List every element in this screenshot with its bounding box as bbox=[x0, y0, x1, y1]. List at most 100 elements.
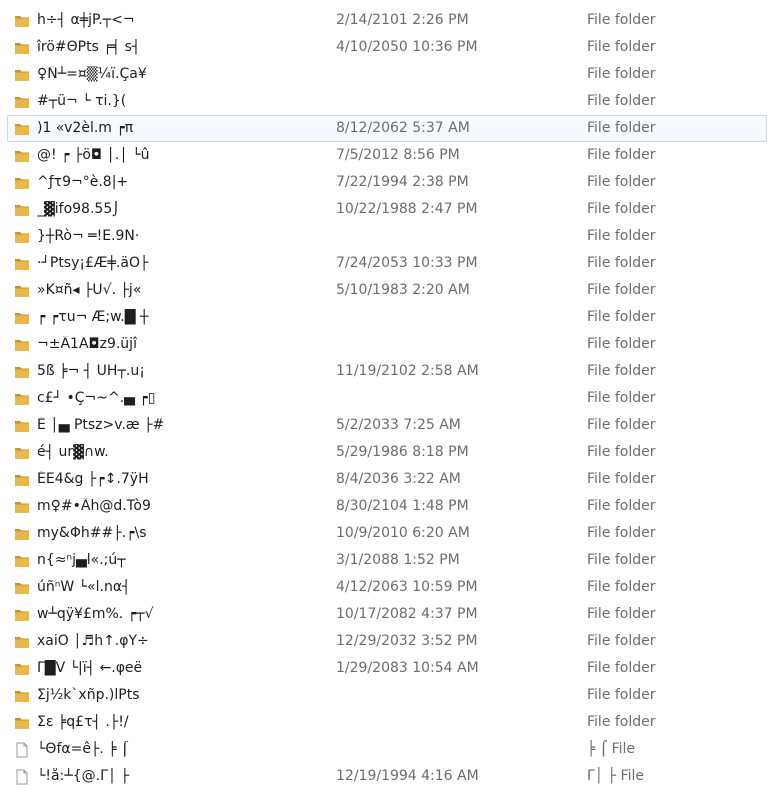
file-name: m♀#•Äh@d.Tò9 bbox=[37, 498, 151, 514]
file-date: 7/24/2053 10:33 PM bbox=[336, 255, 478, 271]
folder-icon bbox=[14, 94, 30, 110]
folder-icon bbox=[14, 607, 30, 623]
file-name: ^ƒτ9¬°è.8|+ bbox=[37, 174, 129, 190]
file-name: É │▄ Ptsz>v.æ ├# bbox=[37, 417, 165, 433]
file-row[interactable]: ┍ ┍τu¬ Æ;w.█ ┼ File folder bbox=[7, 304, 767, 331]
file-name: ┍ ┍τu¬ Æ;w.█ ┼ bbox=[37, 309, 149, 325]
file-name: my&Φh##├.┍\s bbox=[37, 525, 147, 541]
file-name: _▓ifo98.55⌡ bbox=[37, 201, 120, 217]
file-date: 5/10/1983 2:20 AM bbox=[336, 282, 470, 298]
file-type: File folder bbox=[587, 390, 656, 406]
folder-icon bbox=[14, 391, 30, 407]
file-name: )1 «v2èl.m ┍π bbox=[37, 120, 134, 136]
file-row[interactable]: m♀#•Äh@d.Tò9 8/30/2104 1:48 PM File folder bbox=[7, 493, 767, 520]
file-row[interactable]: └!å:┴{@.Γ│ ├ 12/19/1994 4:16 AM Γ│ ├ File bbox=[7, 763, 767, 790]
file-row[interactable]: h÷┤ α╪jP.┬<¬ 2/14/2101 2:26 PM File folder bbox=[7, 7, 767, 34]
folder-icon bbox=[14, 364, 30, 380]
file-type: File folder bbox=[587, 255, 656, 271]
file-name: ÉE4&g ├┍↕.7ÿH bbox=[37, 471, 149, 487]
file-row[interactable]: #┬ü¬ └ τi.}(File folder bbox=[7, 88, 767, 115]
folder-icon bbox=[14, 499, 30, 515]
folder-icon bbox=[14, 67, 30, 83]
file-date: 3/1/2088 1:52 PM bbox=[336, 552, 460, 568]
file-type: File folder bbox=[587, 444, 656, 460]
file-name: Σj½k`xñp.)lPts bbox=[37, 687, 140, 703]
file-type: File folder bbox=[587, 714, 656, 730]
file-row[interactable]: @! ┍ ├ö◘ │.│ └û 7/5/2012 8:56 PM File fold… bbox=[7, 142, 767, 169]
file-row[interactable]: É │▄ Ptsz>v.æ ├# 5/2/2033 7:25 AM File fol… bbox=[7, 412, 767, 439]
file-row[interactable]: ¬±Ä1A◘z9.üjî File folder bbox=[7, 331, 767, 358]
folder-icon bbox=[14, 688, 30, 704]
file-date: 12/29/2032 3:52 PM bbox=[336, 633, 478, 649]
file-date: 5/29/1986 8:18 PM bbox=[336, 444, 469, 460]
file-date: 7/22/1994 2:38 PM bbox=[336, 174, 469, 190]
file-type: File folder bbox=[587, 525, 656, 541]
file-row-selected[interactable]: )1 «v2èl.m ┍π 8/12/2062 5:37 AM File folde… bbox=[7, 115, 767, 142]
file-type: File folder bbox=[587, 687, 656, 703]
file-name: »K¤ñ◂ ├U√. ├j« bbox=[37, 282, 142, 298]
folder-icon bbox=[14, 661, 30, 677]
file-date: 11/19/2102 2:58 AM bbox=[336, 363, 479, 379]
file-type: Γ│ ├ File bbox=[587, 768, 644, 784]
file-type: File folder bbox=[587, 336, 656, 352]
file-row[interactable]: w┴qÿ¥£m%. ┍┬√ 10/17/2082 4:37 PM File fold… bbox=[7, 601, 767, 628]
file-date: 10/22/1988 2:47 PM bbox=[336, 201, 478, 217]
file-type: File folder bbox=[587, 633, 656, 649]
file-row[interactable]: é┤ ur▓∩w. 5/29/1986 8:18 PM File folder bbox=[7, 439, 767, 466]
file-name: @! ┍ ├ö◘ │.│ └û bbox=[37, 147, 150, 163]
folder-icon bbox=[14, 256, 30, 272]
folder-icon bbox=[14, 121, 30, 137]
file-row[interactable]: Σj½k`xñp.)lPts File folder bbox=[7, 682, 767, 709]
file-type: File folder bbox=[587, 12, 656, 28]
file-date: 8/30/2104 1:48 PM bbox=[336, 498, 469, 514]
file-name: └!å:┴{@.Γ│ ├ bbox=[37, 768, 130, 784]
file-date: 10/17/2082 4:37 PM bbox=[336, 606, 478, 622]
file-type: File folder bbox=[587, 471, 656, 487]
file-row[interactable]: Σε ╞q£τ┤ .├!/ File folder bbox=[7, 709, 767, 736]
file-type: File folder bbox=[587, 66, 656, 82]
folder-icon bbox=[14, 418, 30, 434]
file-name: xaiÖ │♬h↑.φY÷ bbox=[37, 633, 149, 649]
file-date: 8/4/2036 3:22 AM bbox=[336, 471, 461, 487]
folder-icon bbox=[14, 229, 30, 245]
file-row[interactable]: ÉE4&g ├┍↕.7ÿH 8/4/2036 3:22 AM File folder bbox=[7, 466, 767, 493]
file-date: 10/9/2010 6:20 AM bbox=[336, 525, 470, 541]
file-icon bbox=[14, 742, 30, 758]
file-row[interactable]: 5ß ╞¬ ┤ UH┬.u¡ 11/19/2102 2:58 AM File fol… bbox=[7, 358, 767, 385]
file-name: n{≈ⁿj▄l«.;ú┬ bbox=[37, 552, 126, 568]
file-row[interactable]: my&Φh##├.┍\s 10/9/2010 6:20 AM File folder bbox=[7, 520, 767, 547]
file-row[interactable]: n{≈ⁿj▄l«.;ú┬ 3/1/2088 1:52 PM File folder bbox=[7, 547, 767, 574]
file-name: é┤ ur▓∩w. bbox=[37, 444, 109, 460]
file-row[interactable]: c£┘ •Ç¬~^.▄ ┍▯ File folder bbox=[7, 385, 767, 412]
file-date: 12/19/1994 4:16 AM bbox=[336, 768, 479, 784]
file-row[interactable]: ♀Ñ┴=¤▒¼ï.Ça¥ File folder bbox=[7, 61, 767, 88]
file-date: 8/12/2062 5:37 AM bbox=[336, 120, 470, 136]
file-row[interactable]: »K¤ñ◂ ├U√. ├j« 5/10/1983 2:20 AM File fold… bbox=[7, 277, 767, 304]
file-type: File folder bbox=[587, 201, 656, 217]
folder-icon bbox=[14, 283, 30, 299]
file-type: File folder bbox=[587, 120, 656, 136]
folder-icon bbox=[14, 715, 30, 731]
file-date: 7/5/2012 8:56 PM bbox=[336, 147, 460, 163]
file-row[interactable]: ·┘Ptsy¡£Æ╪.äÖ├ 7/24/2053 10:33 PM File fol… bbox=[7, 250, 767, 277]
folder-icon bbox=[14, 445, 30, 461]
file-row[interactable]: úñⁿW └«l.nα┤ 4/12/2063 10:59 PM File folde… bbox=[7, 574, 767, 601]
file-row[interactable]: îrö#ΘPts ╒╡ s┤ 4/10/2050 10:36 PM File fol… bbox=[7, 34, 767, 61]
file-row[interactable]: Γ█V └|ï┤ ←.φeë 1/29/2083 10:54 AM File fol… bbox=[7, 655, 767, 682]
file-type: File folder bbox=[587, 93, 656, 109]
file-name: Σε ╞q£τ┤ .├!/ bbox=[37, 714, 129, 730]
file-type: File folder bbox=[587, 147, 656, 163]
file-type: File folder bbox=[587, 660, 656, 676]
file-type: File folder bbox=[587, 363, 656, 379]
file-row[interactable]: xaiÖ │♬h↑.φY÷ 12/29/2032 3:52 PM File fold… bbox=[7, 628, 767, 655]
file-name: h÷┤ α╪jP.┬<¬ bbox=[37, 12, 135, 28]
file-row[interactable]: ^ƒτ9¬°è.8|+ 7/22/1994 2:38 PM File folder bbox=[7, 169, 767, 196]
file-date: 4/10/2050 10:36 PM bbox=[336, 39, 478, 55]
file-row[interactable]: _▓ifo98.55⌡ 10/22/1988 2:47 PM File folder bbox=[7, 196, 767, 223]
file-row[interactable]: }┼Rò¬ ═!E.9N· File folder bbox=[7, 223, 767, 250]
file-name: ♀Ñ┴=¤▒¼ï.Ça¥ bbox=[37, 66, 147, 82]
file-name: Γ█V └|ï┤ ←.φeë bbox=[37, 660, 143, 676]
file-row[interactable]: └Θfα=ê├. ╞ ⌠ ╞ ⌠ File bbox=[7, 736, 767, 763]
file-name: }┼Rò¬ ═!E.9N· bbox=[37, 228, 140, 244]
file-list[interactable]: h÷┤ α╪jP.┬<¬ 2/14/2101 2:26 PM File folder… bbox=[0, 0, 776, 793]
